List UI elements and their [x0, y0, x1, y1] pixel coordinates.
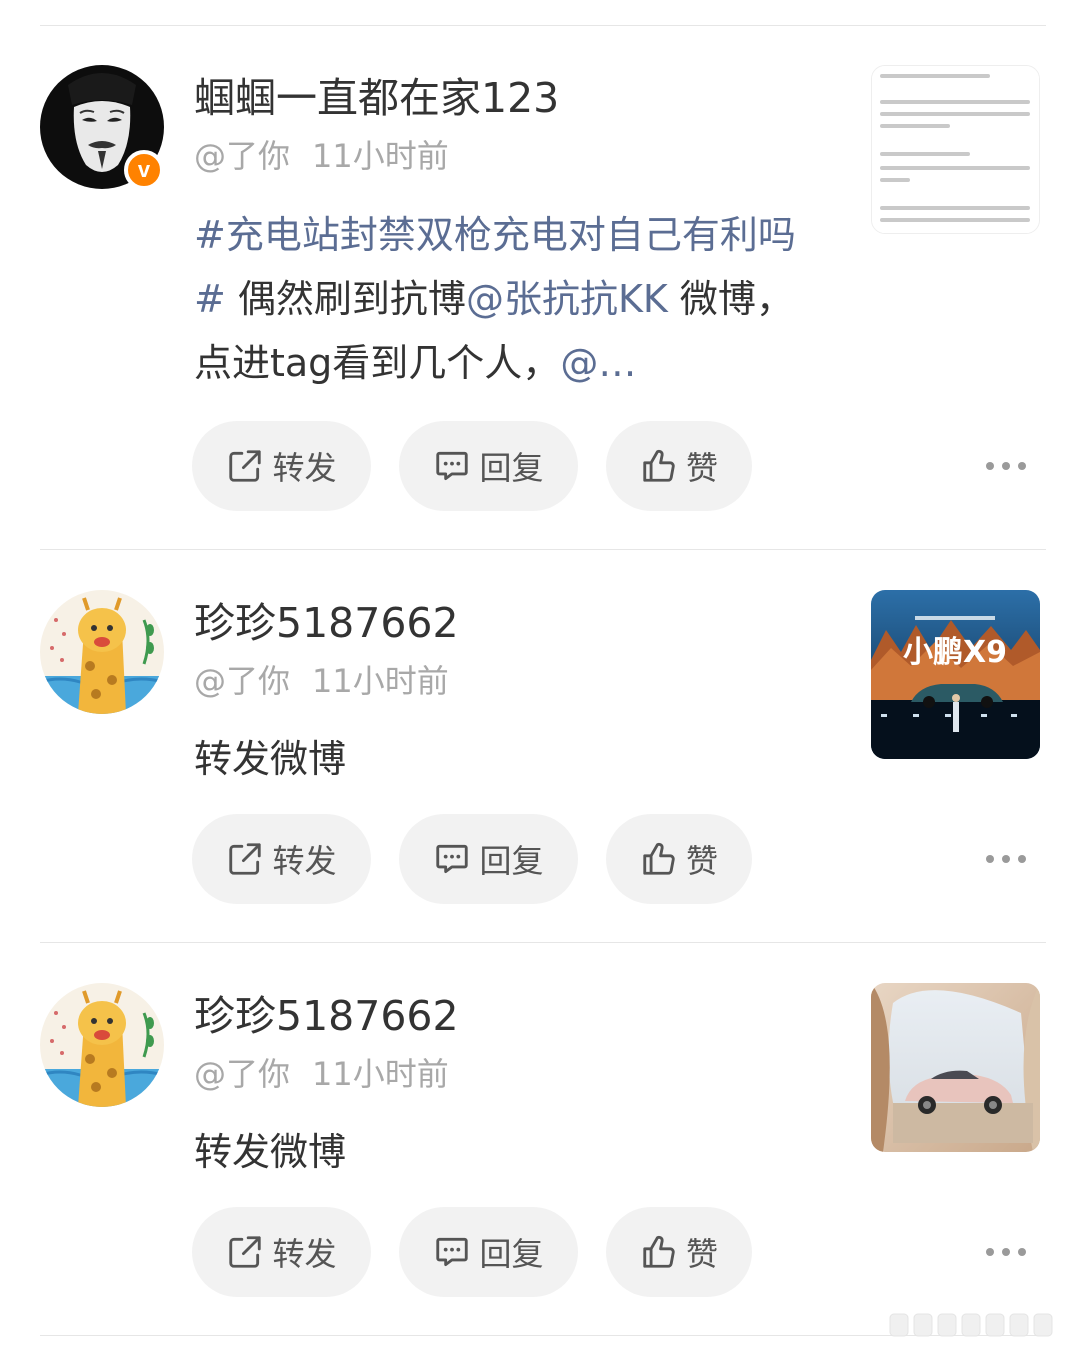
divider-2 [40, 942, 1046, 943]
avatar[interactable] [40, 983, 164, 1107]
repost-button[interactable]: 转发 [192, 1207, 371, 1297]
thumbnail-caption: 小鹏X9 [903, 635, 1007, 670]
article-screenshot-icon [872, 66, 1039, 233]
repost-icon [226, 1233, 264, 1271]
post-meta: @了你 11小时前 [194, 665, 449, 697]
post-text[interactable]: #充电站封禁双枪充电对自己有利吗# 偶然刷到抗博@张抗抗KK 微博，点进tag看… [194, 203, 824, 395]
comment-icon [433, 840, 471, 878]
post-text[interactable]: 转发微博 [194, 727, 824, 791]
username[interactable]: 蝈蝈一直都在家123 [194, 78, 559, 119]
post-thumbnail[interactable] [871, 65, 1040, 234]
like-button[interactable]: 赞 [606, 421, 752, 511]
post-thumbnail[interactable]: 小鹏X9 [871, 590, 1040, 759]
timestamp: 11小时前 [312, 1055, 449, 1093]
divider-1 [40, 549, 1046, 550]
handle[interactable]: @了你 [194, 137, 290, 175]
repost-icon [226, 840, 264, 878]
comment-icon [433, 447, 471, 485]
divider-top [40, 25, 1046, 26]
system-overlay-icon [889, 1313, 1053, 1337]
reply-button[interactable]: 回复 [399, 1207, 578, 1297]
reply-label: 回复 [479, 1235, 544, 1273]
mention-link-truncated[interactable]: @… [560, 341, 636, 385]
comment-icon [433, 1233, 471, 1271]
post-meta: @了你 11小时前 [194, 1058, 449, 1090]
mention-link[interactable]: @张抗抗KK [466, 277, 668, 321]
post-meta: @了你 11小时前 [194, 140, 449, 172]
handle[interactable]: @了你 [194, 662, 290, 700]
timestamp: 11小时前 [312, 137, 449, 175]
more-options-icon[interactable] [986, 460, 1026, 472]
like-button[interactable]: 赞 [606, 1207, 752, 1297]
pink-car-icon [871, 983, 1040, 1152]
car-launch-icon: 小鹏X9 [871, 590, 1040, 759]
like-label: 赞 [685, 449, 718, 487]
reply-button[interactable]: 回复 [399, 814, 578, 904]
more-options-icon[interactable] [986, 1246, 1026, 1258]
reply-button[interactable]: 回复 [399, 421, 578, 511]
reply-label: 回复 [479, 449, 544, 487]
like-button[interactable]: 赞 [606, 814, 752, 904]
handle[interactable]: @了你 [194, 1055, 290, 1093]
text-segment: 偶然刷到抗博 [225, 277, 466, 321]
thumbs-up-icon [640, 447, 678, 485]
more-options-icon[interactable] [986, 853, 1026, 865]
post-thumbnail[interactable] [871, 983, 1040, 1152]
repost-label: 转发 [272, 449, 337, 487]
repost-icon [226, 447, 264, 485]
thumbs-up-icon [640, 1233, 678, 1271]
post-text[interactable]: 转发微博 [194, 1120, 824, 1184]
repost-button[interactable]: 转发 [192, 421, 371, 511]
verified-badge-icon: v [124, 150, 164, 190]
repost-button[interactable]: 转发 [192, 814, 371, 904]
username[interactable]: 珍珍5187662 [194, 603, 459, 644]
repost-label: 转发 [272, 1235, 337, 1273]
like-label: 赞 [685, 842, 718, 880]
reply-label: 回复 [479, 842, 544, 880]
repost-label: 转发 [272, 842, 337, 880]
thumbs-up-icon [640, 840, 678, 878]
timestamp: 11小时前 [312, 662, 449, 700]
username[interactable]: 珍珍5187662 [194, 996, 459, 1037]
avatar[interactable] [40, 590, 164, 714]
like-label: 赞 [685, 1235, 718, 1273]
